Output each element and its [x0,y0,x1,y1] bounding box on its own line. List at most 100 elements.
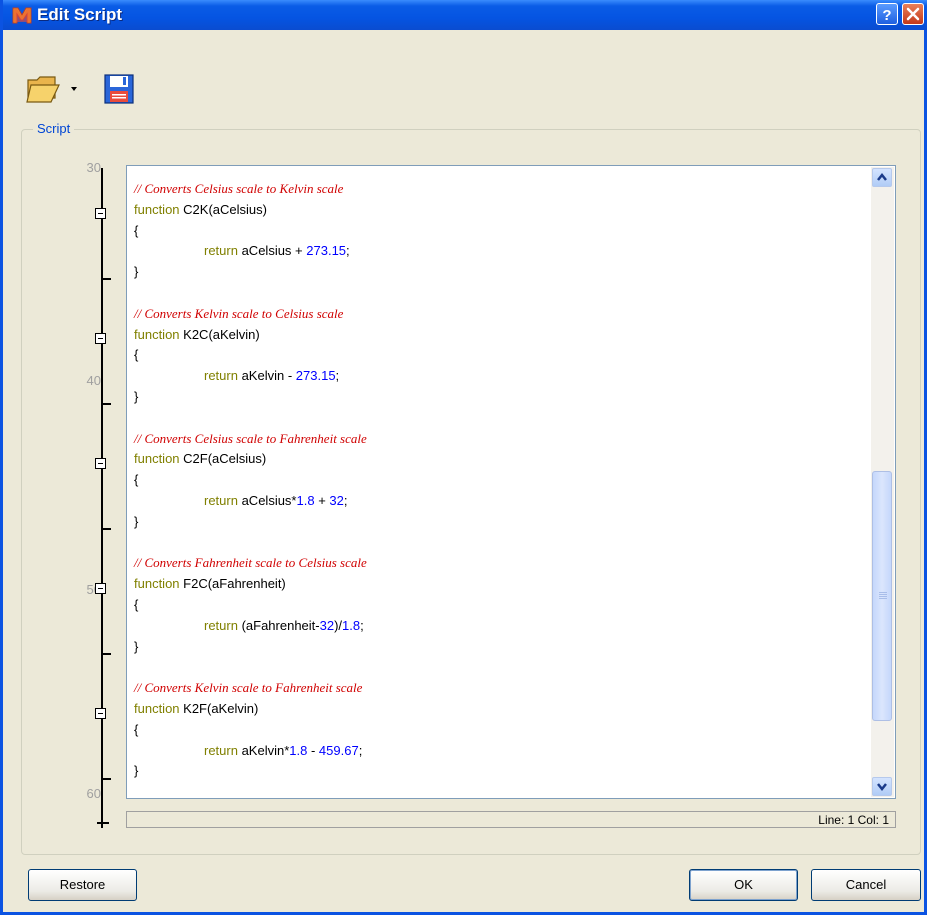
fold-tick [101,278,111,280]
fold-toggle-icon[interactable] [95,708,106,719]
code-text: C2K(aCelsius) [179,201,267,217]
fold-tick [101,403,111,405]
code-comment: // Converts Kelvin scale to Fahrenheit s… [134,680,363,696]
code-line[interactable]: } [134,761,367,782]
cursor-position: Line: 1 Col: 1 [818,813,889,827]
code-line[interactable]: { [134,345,367,366]
status-bar: Line: 1 Col: 1 [126,811,896,828]
code-keyword: function [134,451,180,467]
fold-toggle-icon[interactable] [95,458,106,469]
fold-toggle-icon[interactable] [95,333,106,344]
line-number: 50 [86,582,101,597]
close-button[interactable] [902,3,924,25]
code-line[interactable]: return aCelsius*1.8 + 32; [134,491,367,512]
code-line[interactable]: return aCelsius + 273.15; [134,241,367,262]
line-number: 40 [86,373,101,388]
code-number: 1.8 [289,742,308,758]
code-number: 273.15 [295,368,336,384]
code-text: ; [360,617,364,633]
chevron-up-icon [877,172,887,181]
scroll-up-button[interactable] [872,168,892,187]
fold-toggle-icon[interactable] [95,583,106,594]
code-line[interactable]: function K2C(aKelvin) [134,325,367,346]
scroll-thumb[interactable] [872,471,892,721]
code-line[interactable]: return aKelvin - 273.15; [134,366,367,387]
code-comment: // Converts Fahrenheit scale to Celsius … [134,555,367,571]
code-comment: // Converts Celsius scale to Kelvin scal… [134,181,344,196]
code-text: ; [335,368,340,384]
code-text: C2F(aCelsius) [179,451,267,467]
ok-button[interactable]: OK [689,869,798,901]
code-text: )/ [334,617,343,633]
code-line[interactable]: { [134,595,367,616]
help-button[interactable]: ? [876,3,898,25]
restore-button[interactable]: Restore [28,869,137,901]
close-icon [906,7,920,21]
code-text: + [314,492,330,508]
code-keyword: function [134,576,180,592]
script-editor[interactable]: // Converts Celsius scale to Kelvin scal… [126,165,896,799]
code-text: ; [346,243,350,259]
line-number: 30 [86,160,101,175]
code-line[interactable]: } [134,262,367,283]
fold-line [101,168,103,828]
code-text: F2C(aFahrenheit) [179,576,286,592]
code-line[interactable]: // Converts Celsius scale to Fahrenheit … [134,429,367,450]
code-text: } [134,513,139,529]
code-text: K2F(aKelvin) [179,700,259,716]
code-line[interactable]: return (aFahrenheit-32)/1.8; [134,616,367,637]
title-bar[interactable]: Edit Script ? [3,0,927,30]
code-keyword: return [204,617,238,633]
code-text: aKelvin - [237,368,296,384]
code-text: } [134,763,139,779]
code-text: } [134,388,139,404]
code-text: aCelsius* [237,492,297,508]
code-line[interactable] [134,533,367,554]
code-text: { [134,347,139,363]
fold-tick [101,778,111,780]
code-text: { [134,472,139,488]
fold-toggle-icon[interactable] [95,208,106,219]
code-keyword: return [204,243,238,259]
code-number: 1.8 [342,617,361,633]
code-line[interactable] [134,283,367,304]
code-text: (aFahrenheit- [237,617,320,633]
code-keyword: return [204,492,238,508]
code-line[interactable]: } [134,512,367,533]
code-line[interactable]: // Converts Fahrenheit scale to Celsius … [134,553,367,574]
scroll-down-button[interactable] [872,777,892,796]
code-line[interactable]: { [134,720,367,741]
code-number: 459.67 [318,742,359,758]
code-text: ; [343,492,348,508]
save-button[interactable] [103,72,137,111]
code-content[interactable]: // Converts Celsius scale to Kelvin scal… [134,179,367,782]
code-line[interactable]: function C2K(aCelsius) [134,200,367,221]
code-number: 32 [329,492,344,508]
line-number-gutter: 30 40 50 60 [43,160,127,832]
code-text: K2C(aKelvin) [179,326,260,342]
code-line[interactable]: function K2F(aKelvin) [134,699,367,720]
code-text: ; [358,742,363,758]
code-line[interactable] [134,408,367,429]
app-logo-icon [12,7,32,24]
code-line[interactable]: function F2C(aFahrenheit) [134,574,367,595]
cancel-button[interactable]: Cancel [811,869,921,901]
code-line[interactable]: // Converts Celsius scale to Kelvin scal… [134,179,367,200]
code-text: } [134,264,139,280]
code-line[interactable]: { [134,221,367,242]
window-title: Edit Script [37,5,123,24]
code-keyword: return [204,742,238,758]
code-line[interactable]: } [134,637,367,658]
code-line[interactable]: // Converts Kelvin scale to Celsius scal… [134,304,367,325]
code-line[interactable]: return aKelvin*1.8 - 459.67; [134,741,367,762]
code-line[interactable]: // Converts Kelvin scale to Fahrenheit s… [134,678,367,699]
code-number: 32 [319,617,335,633]
code-line[interactable]: } [134,387,367,408]
line-number: 60 [86,786,101,801]
code-line[interactable]: function C2F(aCelsius) [134,449,367,470]
code-line[interactable] [134,657,367,678]
fold-end [97,822,109,824]
code-line[interactable]: { [134,470,367,491]
vertical-scrollbar[interactable] [871,167,894,797]
open-button[interactable] [25,72,83,111]
